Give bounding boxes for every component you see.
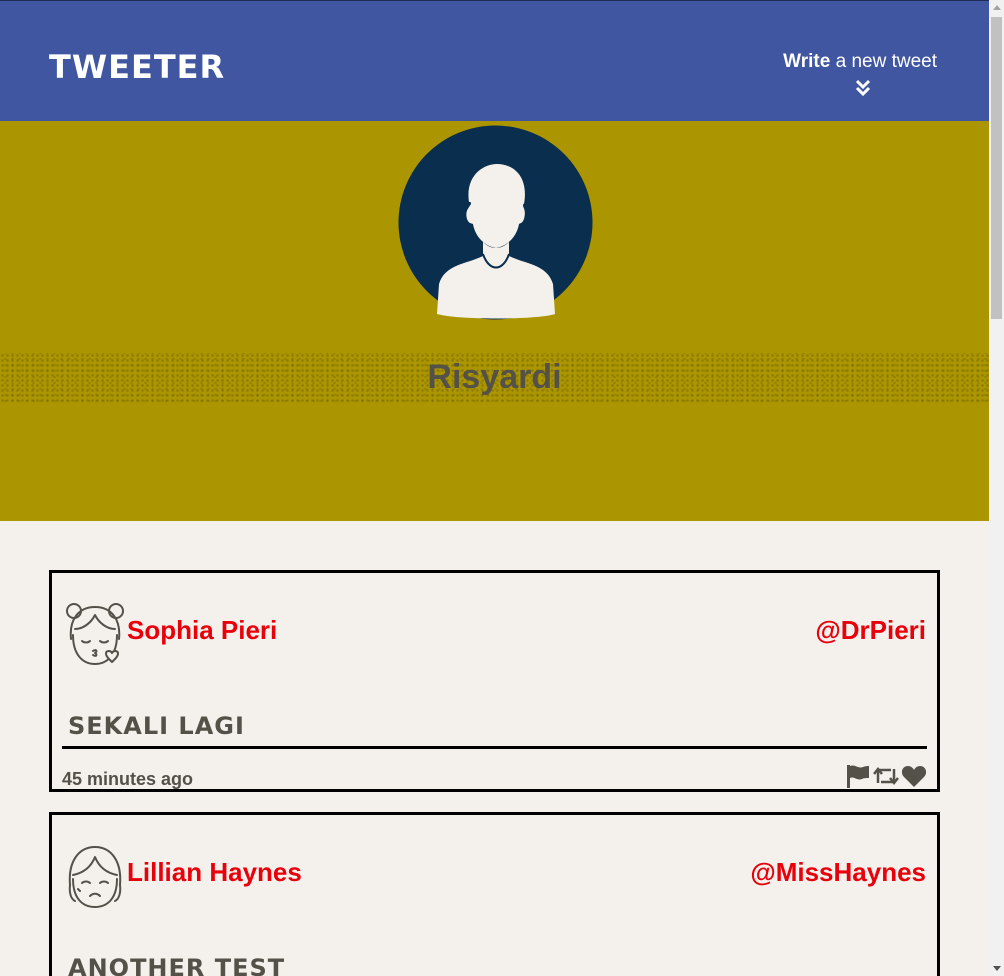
brand-logo[interactable]: Tweeter [49, 45, 225, 89]
default-user-avatar-icon [398, 125, 593, 320]
page-scrollbar[interactable] [989, 0, 1004, 976]
compose-label-light: a new tweet [830, 51, 937, 72]
tweet-timestamp: 45 minutes ago [62, 769, 194, 789]
scrollbar-thumb[interactable] [991, 17, 1002, 319]
tweet-card: Sophia Pieri @DrPieri sekali lagi 45 min… [49, 570, 940, 792]
profile-header: Risyardi [0, 121, 989, 521]
scroll-down-icon[interactable] [993, 966, 1001, 971]
compose-label-strong: Write [783, 51, 831, 72]
flag-icon[interactable] [845, 763, 871, 789]
compose-tweet-toggle[interactable]: Write a new tweet [783, 49, 937, 75]
tweet-author-handle[interactable]: @MissHaynes [750, 855, 926, 889]
tweet-author-name[interactable]: Lillian Haynes [127, 855, 302, 889]
divider [62, 746, 927, 749]
heart-icon[interactable] [901, 763, 927, 789]
page: Tweeter Write a new tweet Risyardi [0, 0, 989, 976]
tweet-actions [845, 763, 927, 789]
tweet-author-handle[interactable]: @DrPieri [815, 613, 926, 647]
tweet-text: another test [68, 954, 286, 976]
tweet-card: Lillian Haynes @MissHaynes another test [49, 812, 940, 976]
girl-sad-face-icon [68, 846, 122, 908]
retweet-icon[interactable] [873, 763, 899, 789]
profile-name: Risyardi [427, 358, 562, 396]
double-chevron-down-icon[interactable] [855, 79, 871, 97]
top-nav: Tweeter Write a new tweet [0, 0, 989, 121]
scroll-up-icon[interactable] [993, 5, 1001, 10]
tweet-text: sekali lagi [68, 712, 245, 740]
tweet-author-name[interactable]: Sophia Pieri [127, 613, 277, 647]
girl-kissing-face-icon [66, 603, 124, 665]
